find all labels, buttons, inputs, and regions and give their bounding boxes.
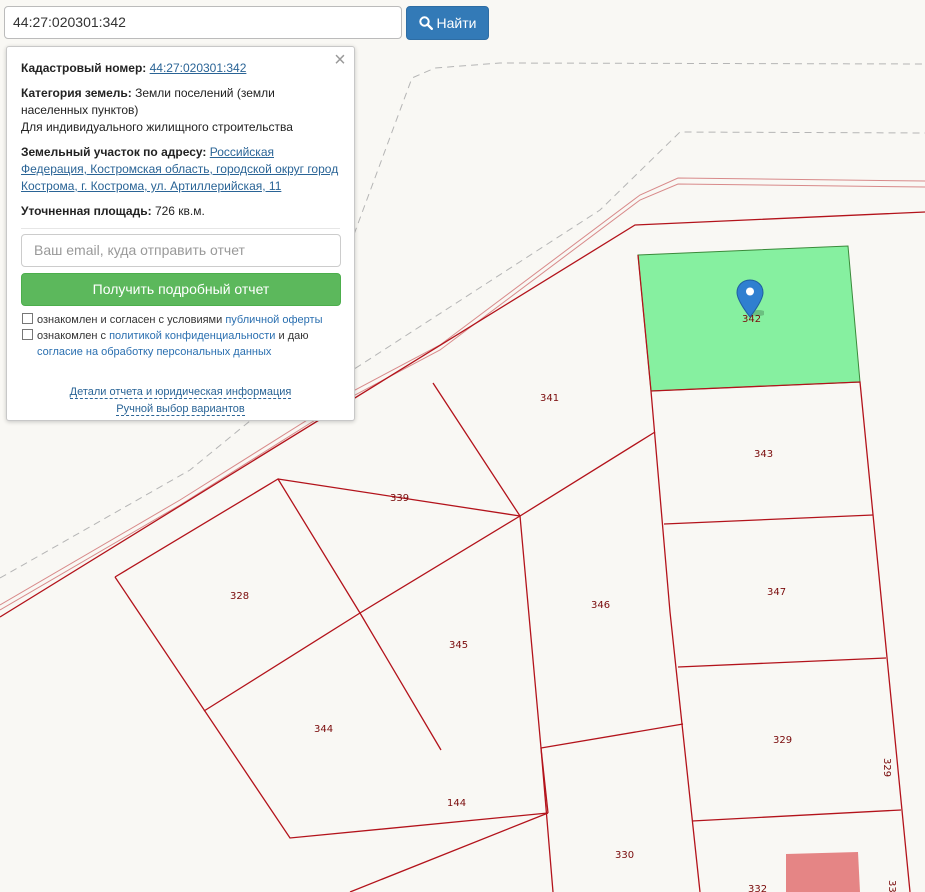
category-label: Категория земель: xyxy=(21,86,132,100)
report-details-link[interactable]: Детали отчета и юридическая информация xyxy=(69,386,292,399)
category-row: Категория земель: Земли поселений (земли… xyxy=(21,85,340,136)
parcel-label: 328 xyxy=(230,591,249,602)
email-field[interactable]: Ваш email, куда отправить отчет xyxy=(21,234,341,267)
search-button-label: Найти xyxy=(436,15,477,31)
personal-data-link[interactable]: согласие на обработку персональных данны… xyxy=(37,346,271,358)
parcel-label: 33 xyxy=(886,880,897,892)
public-offer-link[interactable]: публичной оферты xyxy=(225,314,322,326)
address-label: Земельный участок по адресу: xyxy=(21,145,207,159)
parcel-label: 332 xyxy=(748,884,767,892)
privacy-policy-link[interactable]: политикой конфиденциальности xyxy=(109,330,275,342)
offer-consent-row: ознакомлен и согласен с условиями публич… xyxy=(21,312,340,328)
parcel-label: 343 xyxy=(754,449,773,460)
usage-value: Для индивидуального жилищного строительс… xyxy=(21,120,293,134)
cadastral-number-link[interactable]: 44:27:020301:342 xyxy=(150,61,247,75)
offer-consent-checkbox[interactable] xyxy=(22,313,33,324)
privacy-consent-text: ознакомлен с xyxy=(37,330,110,342)
parcel-label: 345 xyxy=(449,640,468,651)
search-icon xyxy=(418,16,433,30)
search-button[interactable]: Найти xyxy=(406,6,489,40)
area-row: Уточненная площадь: 726 кв.м. xyxy=(21,203,340,220)
parcel-label: 341 xyxy=(540,393,559,404)
close-icon[interactable]: × xyxy=(332,50,348,70)
parcel-highlight[interactable] xyxy=(786,852,860,892)
parcel-label: 344 xyxy=(314,724,333,735)
parcel-info-popup: × Кадастровый номер: 44:27:020301:342 Ка… xyxy=(6,46,355,421)
panel-links: Детали отчета и юридическая информация Р… xyxy=(21,384,340,418)
parcel-label: 144 xyxy=(447,798,466,809)
manual-selection-link[interactable]: Ручной выбор вариантов xyxy=(116,403,245,416)
divider xyxy=(21,228,340,229)
parcel-label: 339 xyxy=(390,493,409,504)
privacy-consent-row: ознакомлен с политикой конфиденциальност… xyxy=(21,328,340,360)
offer-consent-text: ознакомлен и согласен с условиями xyxy=(37,314,226,326)
parcel-label: 346 xyxy=(591,600,610,611)
address-row: Земельный участок по адресу: Российская … xyxy=(21,144,340,195)
privacy-consent-checkbox[interactable] xyxy=(22,329,33,340)
parcel-label: 347 xyxy=(767,587,786,598)
area-value: 726 кв.м. xyxy=(154,204,205,218)
search-input[interactable]: 44:27:020301:342 xyxy=(4,6,402,39)
parcel-label: 329 xyxy=(881,758,892,777)
get-report-button[interactable]: Получить подробный отчет xyxy=(21,273,341,306)
area-label: Уточненная площадь: xyxy=(21,204,152,218)
map-marker-icon[interactable] xyxy=(736,279,764,319)
parcel-label: 329 xyxy=(773,735,792,746)
parcel-label: 330 xyxy=(615,850,634,861)
cadastral-label: Кадастровый номер: xyxy=(21,61,147,75)
cadastral-row: Кадастровый номер: 44:27:020301:342 xyxy=(21,60,340,77)
privacy-consent-mid: и даю xyxy=(275,330,309,342)
